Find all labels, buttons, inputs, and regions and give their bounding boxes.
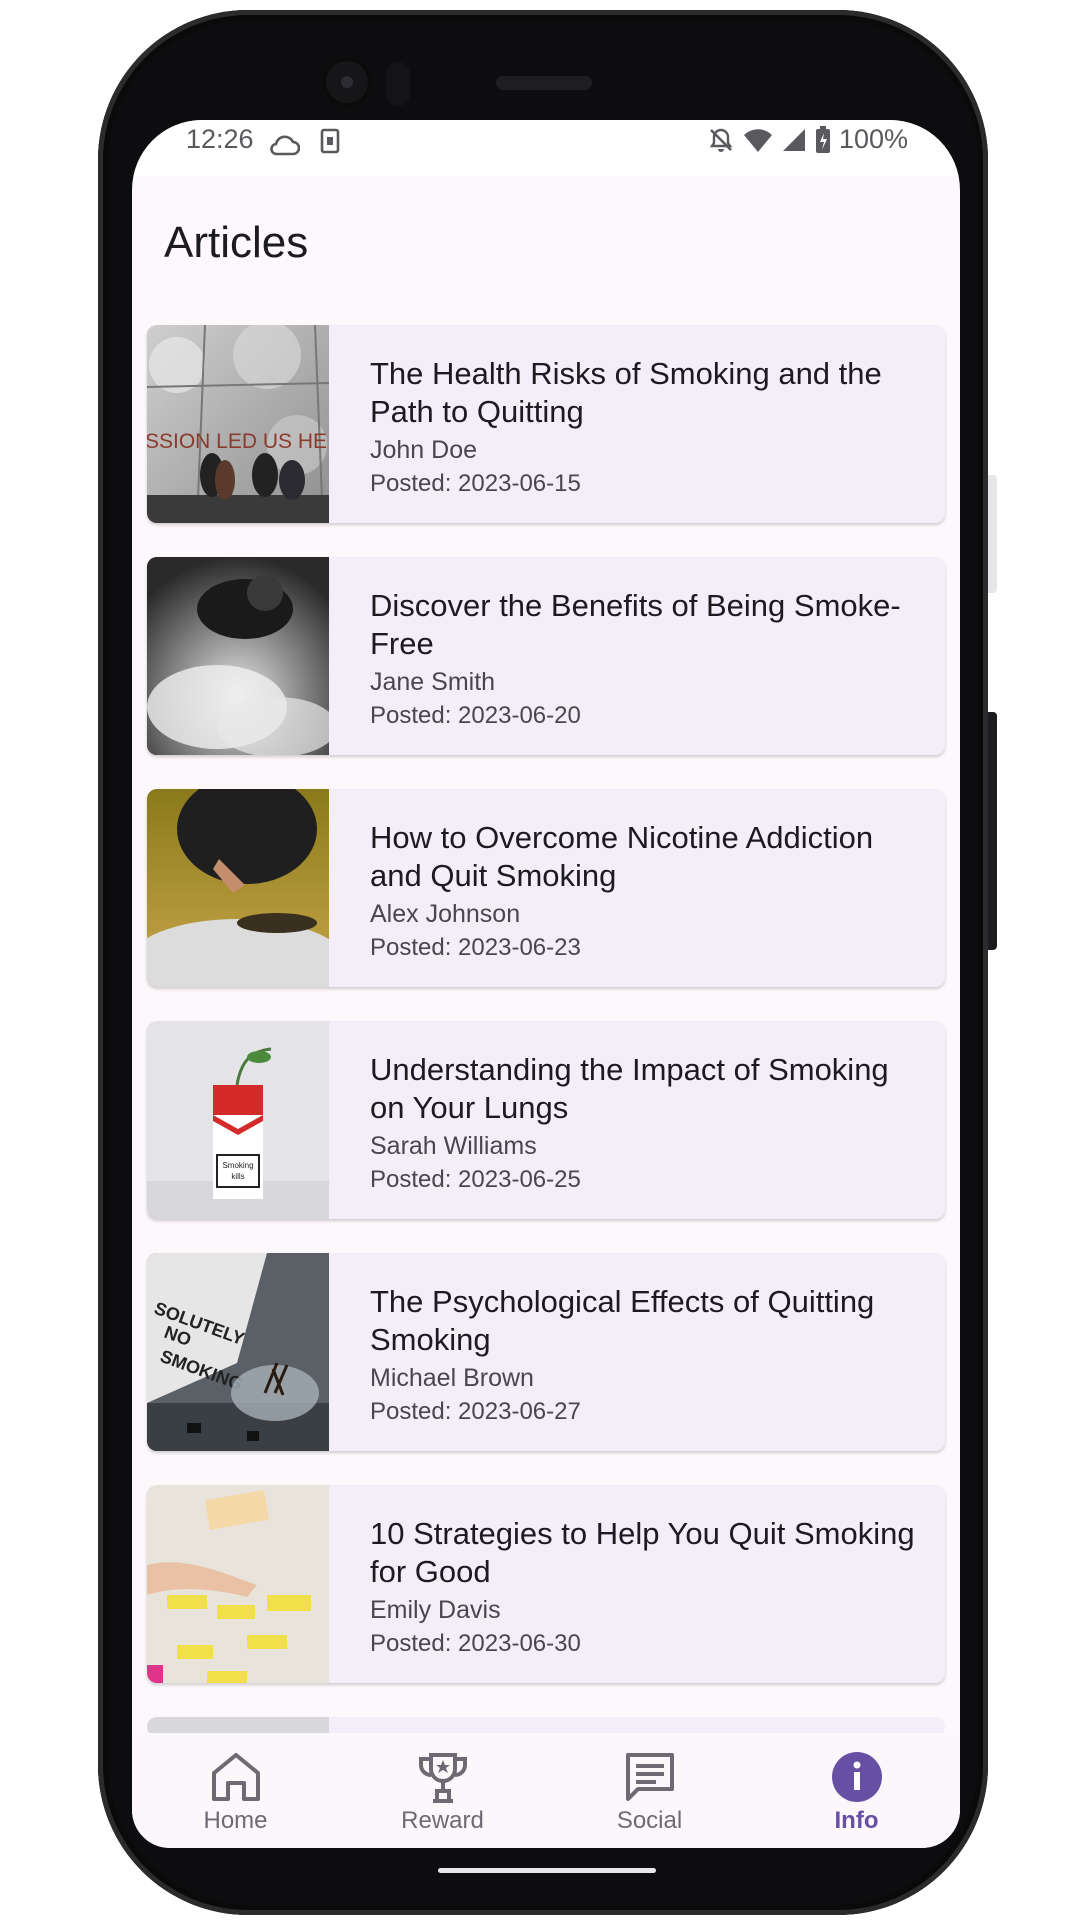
cell-signal-icon [781,127,807,153]
article-date: Posted: 2023-06-25 [370,1166,581,1193]
wifi-icon [743,127,773,153]
volume-button [988,712,997,950]
article-date: Posted: 2023-06-15 [370,470,581,497]
bottom-navigation: Home Reward Social Info [132,1733,960,1848]
article-info: How to Overcome Nicotine Addiction and Q… [329,789,945,987]
article-card[interactable]: Smoking kills Understanding the Impact o… [147,1021,945,1219]
article-thumbnail [147,557,329,755]
article-title: The Psychological Effects of Quitting Sm… [370,1284,875,1357]
article-thumbnail: SOLUTELY NO SMOKING [147,1253,329,1451]
thumbnail-sign-text: SSION LED US HE [147,430,327,453]
article-title: 10 Strategies to Help You Quit Smoking f… [370,1516,915,1589]
article-info: The Psychological Effects of Quitting Sm… [329,1253,945,1451]
earpiece-speaker [496,76,592,90]
article-date: Posted: 2023-06-20 [370,702,581,729]
notifications-off-icon [707,126,735,154]
article-card[interactable]: SOLUTELY NO SMOKING The Psychological Ef… [147,1253,945,1451]
page-title: Articles [164,218,309,267]
article-thumbnail [147,789,329,987]
chat-icon [625,1753,674,1801]
status-right-group: 100% [707,124,908,155]
app-screen: 12:26 100% Articles SSION LED US HE The … [132,120,960,1848]
article-card[interactable]: 10 Strategies to Help You Quit Smoking f… [147,1485,945,1683]
article-info: 10 Strategies to Help You Quit Smoking f… [329,1485,945,1683]
nav-info[interactable]: Info [753,1733,960,1848]
sim-card-icon [320,128,340,161]
cloud-icon [268,132,301,163]
nav-social-label: Social [616,1807,683,1834]
svg-text:kills: kills [231,1172,244,1181]
article-card[interactable]: Discover the Benefits of Being Smoke-Fre… [147,557,945,755]
proximity-sensor [386,62,410,106]
article-card[interactable]: SSION LED US HE The Health Risks of Smok… [147,325,945,523]
nav-reward-label: Reward [401,1807,484,1834]
nav-reward[interactable]: Reward [339,1733,546,1848]
article-title: Understanding the Impact of Smoking on Y… [370,1052,889,1125]
article-thumbnail [147,1485,329,1683]
front-camera [322,57,372,107]
nav-social[interactable]: Social [546,1733,753,1848]
article-author: Sarah Williams [370,1132,537,1160]
article-list[interactable]: SSION LED US HE The Health Risks of Smok… [147,325,947,1737]
article-title: The Health Risks of Smoking and the Path… [370,356,882,429]
article-info: Understanding the Impact of Smoking on Y… [329,1021,945,1219]
article-thumbnail: SSION LED US HE [147,325,329,523]
battery-percent: 100% [838,124,908,154]
article-author: Michael Brown [370,1364,534,1392]
article-title: Discover the Benefits of Being Smoke-Fre… [370,588,901,661]
article-date: Posted: 2023-06-23 [370,934,581,961]
gesture-bar[interactable] [438,1868,656,1873]
battery-icon [815,125,831,154]
info-icon [831,1752,882,1802]
article-date: Posted: 2023-06-30 [370,1630,581,1657]
status-bar: 12:26 100% [132,120,960,176]
nav-home-label: Home [203,1807,268,1834]
status-time: 12:26 [186,124,254,154]
power-button [988,475,997,593]
article-author: Alex Johnson [370,900,521,928]
nav-info-label: Info [834,1807,879,1834]
article-author: Jane Smith [370,668,496,696]
article-info: Discover the Benefits of Being Smoke-Fre… [329,557,945,755]
article-author: John Doe [370,436,478,464]
article-thumbnail: Smoking kills [147,1021,329,1219]
article-info: The Health Risks of Smoking and the Path… [329,325,945,523]
article-author: Emily Davis [370,1596,501,1624]
article-card[interactable]: How to Overcome Nicotine Addiction and Q… [147,789,945,987]
home-icon [211,1753,260,1801]
article-title: How to Overcome Nicotine Addiction and Q… [370,820,874,893]
nav-home[interactable]: Home [132,1733,339,1848]
article-date: Posted: 2023-06-27 [370,1398,581,1425]
svg-text:Smoking: Smoking [222,1161,253,1170]
trophy-icon [418,1753,467,1803]
